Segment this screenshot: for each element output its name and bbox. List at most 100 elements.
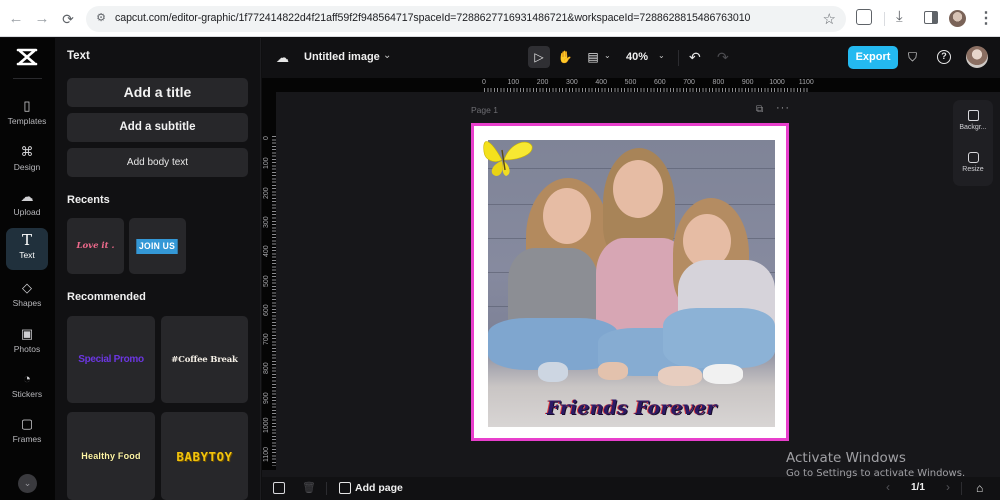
ruler-tick-label: 900: [263, 392, 270, 404]
add-title-button[interactable]: Add a title: [67, 78, 248, 107]
bookmark-star-icon[interactable]: ☆: [823, 10, 836, 28]
help-icon[interactable]: ?: [937, 50, 951, 64]
resize-icon: [967, 152, 979, 163]
photo-element[interactable]: Friends Forever: [488, 140, 775, 427]
ruler-tick-label: 800: [712, 79, 725, 86]
ruler-tick-label: 600: [653, 79, 666, 86]
ruler-tick-label: 300: [263, 216, 270, 228]
site-settings-icon[interactable]: ⚙: [94, 11, 108, 25]
export-button[interactable]: Export: [848, 46, 898, 69]
rail-item-label: Templates: [7, 116, 47, 126]
ruler-tick-label: 600: [263, 304, 270, 316]
undo-icon[interactable]: ↶: [689, 49, 701, 66]
design-page[interactable]: Friends Forever: [471, 123, 789, 441]
trash-icon[interactable]: 🗑: [302, 481, 316, 494]
rail-item-text[interactable]: T Text: [6, 228, 48, 270]
recommended-text-style[interactable]: Special Promo: [67, 316, 155, 403]
canvas-workspace[interactable]: 0 100 200 300 400 500 600 700 800 900 1000 1100 0 10…: [262, 78, 1000, 500]
hand-tool-button[interactable]: ✋: [554, 46, 576, 68]
pages-overview-icon[interactable]: [273, 482, 285, 494]
recommended-heading: Recommended: [67, 291, 146, 303]
chevron-down-icon[interactable]: ⌄: [604, 51, 611, 60]
text-style-preview: Special Promo: [78, 354, 144, 365]
zoom-level[interactable]: 40%: [626, 51, 648, 63]
add-body-text-button[interactable]: Add body text: [67, 148, 248, 177]
rail-item-label: Shapes: [12, 298, 42, 308]
ruler-tick-label: 400: [595, 79, 608, 86]
redo-icon[interactable]: ↷: [717, 49, 729, 66]
rail-divider: [13, 78, 42, 79]
rail-item-label: Frames: [12, 434, 42, 444]
rail-item-shapes[interactable]: ◇ Shapes: [6, 276, 48, 318]
page-more-icon[interactable]: ···: [776, 102, 790, 114]
resize-button[interactable]: Resize: [953, 152, 993, 173]
page-counter: 1/1: [911, 482, 925, 493]
recommended-text-style[interactable]: BABYTOY: [161, 412, 248, 500]
ruler-tick-label: 300: [566, 79, 578, 86]
left-nav-rail: ▯ Templates ⌘ Design ☁ Upload T Text ◇ S…: [0, 38, 55, 500]
text-style-preview: Love it .: [76, 241, 115, 251]
ruler-tick-label: 500: [624, 79, 637, 86]
rail-item-templates[interactable]: ▯ Templates: [6, 94, 48, 136]
shield-icon[interactable]: ⛉: [908, 50, 922, 64]
shapes-icon: ◇: [22, 280, 32, 295]
back-arrow-icon[interactable]: ←: [6, 9, 26, 29]
previous-page-icon[interactable]: ‹: [886, 480, 890, 494]
browser-chrome: ← → ⟳ ⚙ capcut.com/editor-graphic/1f7724…: [0, 0, 1000, 37]
recent-text-style[interactable]: JOIN US: [129, 218, 186, 274]
text-style-preview: #Coffee Break: [171, 354, 238, 365]
butterfly-sticker-icon[interactable]: [480, 130, 538, 182]
add-subtitle-button[interactable]: Add a subtitle: [67, 113, 248, 142]
forward-arrow-icon[interactable]: →: [32, 9, 52, 29]
rail-item-upload[interactable]: ☁ Upload: [6, 185, 48, 227]
recent-text-style[interactable]: Love it .: [67, 218, 124, 274]
photo-figure: [703, 364, 743, 384]
resize-label: Resize: [962, 166, 984, 173]
chevron-down-icon[interactable]: ⌄: [383, 50, 391, 61]
rail-item-label: Photos: [13, 344, 41, 354]
capcut-logo-icon[interactable]: [16, 48, 38, 66]
ruler-tick-label: 0: [263, 136, 270, 140]
toolbar-divider: [884, 12, 885, 26]
caption-text[interactable]: Friends Forever: [488, 397, 775, 419]
panel-title: Text: [67, 50, 90, 62]
rail-item-design[interactable]: ⌘ Design: [6, 140, 48, 182]
next-page-icon[interactable]: ›: [946, 480, 950, 494]
recommended-text-style[interactable]: #Coffee Break: [161, 316, 248, 403]
document-title[interactable]: Untitled image: [304, 51, 380, 63]
extensions-icon[interactable]: [856, 9, 872, 25]
address-bar[interactable]: ⚙ capcut.com/editor-graphic/1f772414822d…: [86, 6, 846, 32]
ruler-ticks: [272, 136, 276, 466]
user-avatar[interactable]: [966, 46, 988, 68]
lock-icon[interactable]: ⌂: [976, 481, 983, 495]
url-text[interactable]: capcut.com/editor-graphic/1f772414822d4f…: [115, 12, 750, 24]
download-icon[interactable]: ⤓: [896, 8, 903, 25]
layout-button[interactable]: ▤: [582, 46, 604, 68]
background-icon: [967, 110, 979, 121]
rail-item-photos[interactable]: ▣ Photos: [6, 322, 48, 364]
rail-more-button[interactable]: ⌄: [18, 474, 37, 493]
side-panel-icon[interactable]: [924, 11, 938, 24]
ruler-corner: [262, 78, 276, 92]
rail-item-label: Upload: [13, 207, 41, 217]
recommended-text-style[interactable]: Healthy Food: [67, 412, 155, 500]
rail-item-label: Design: [13, 162, 41, 172]
add-page-button[interactable]: Add page: [355, 482, 403, 494]
editor-toolbar: ☁ Untitled image ⌄ ▷ ✋ ▤ ⌄ 40% ⌄ ↶ ↷ Exp…: [262, 38, 1000, 78]
text-style-preview: Healthy Food: [81, 451, 141, 461]
ruler-tick-label: 700: [263, 333, 270, 346]
photo-figure: [543, 188, 591, 244]
rail-item-stickers[interactable]: ◔ Stickers: [6, 367, 48, 409]
profile-avatar[interactable]: [949, 10, 966, 27]
chevron-down-icon[interactable]: ⌄: [658, 51, 665, 60]
design-icon: ⌘: [20, 144, 34, 159]
select-tool-button[interactable]: ▷: [528, 46, 550, 68]
bottom-divider: [326, 482, 327, 495]
add-page-icon[interactable]: [339, 482, 351, 494]
browser-menu-icon[interactable]: ⋮: [978, 8, 994, 28]
cloud-save-icon[interactable]: ☁: [276, 50, 292, 66]
reload-icon[interactable]: ⟳: [58, 9, 78, 29]
rail-item-frames[interactable]: ▢ Frames: [6, 412, 48, 454]
duplicate-page-icon[interactable]: ⧉: [756, 104, 763, 115]
background-button[interactable]: Backgr...: [953, 110, 993, 131]
